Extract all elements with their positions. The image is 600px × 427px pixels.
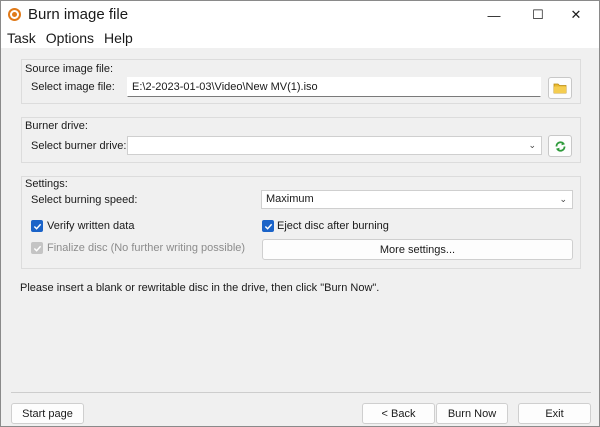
browse-button[interactable]: [548, 77, 572, 99]
eject-label[interactable]: Eject disc after burning: [277, 220, 389, 232]
burning-speed-label: Select burning speed:: [31, 194, 138, 206]
menu-task[interactable]: Task: [1, 29, 41, 48]
start-page-button[interactable]: Start page: [11, 403, 84, 424]
eject-checkbox[interactable]: [262, 220, 274, 232]
minimize-button[interactable]: —: [471, 1, 517, 29]
folder-icon: [553, 83, 567, 94]
window-title: Burn image file: [28, 6, 129, 23]
app-icon: [8, 8, 21, 21]
burner-group-label: Burner drive:: [25, 120, 88, 132]
footer-divider: [11, 392, 591, 393]
close-button[interactable]: ✕: [553, 1, 599, 29]
checkmark-icon: [33, 245, 41, 252]
image-path-field[interactable]: E:\2-2023-01-03\Video\New MV(1).iso: [127, 77, 541, 97]
status-message: Please insert a blank or rewritable disc…: [20, 282, 380, 294]
burn-image-window: Burn image file — ☐ ✕ Task Options Help …: [0, 0, 600, 427]
refresh-icon: [555, 140, 565, 152]
exit-button[interactable]: Exit: [518, 403, 591, 424]
select-burner-label: Select burner drive:: [31, 140, 127, 152]
finalize-label: Finalize disc (No further writing possib…: [47, 242, 246, 254]
menu-bar: Task Options Help: [1, 29, 599, 48]
checkmark-icon: [264, 223, 272, 230]
back-button[interactable]: < Back: [362, 403, 435, 424]
finalize-checkbox: [31, 242, 43, 254]
chevron-down-icon: ⌄: [528, 140, 536, 150]
refresh-button[interactable]: [548, 135, 572, 157]
checkmark-icon: [33, 223, 41, 230]
burning-speed-value: Maximum: [266, 193, 314, 205]
verify-checkbox[interactable]: [31, 220, 43, 232]
burn-now-button[interactable]: Burn Now: [436, 403, 508, 424]
chevron-down-icon: ⌄: [559, 194, 567, 204]
verify-label[interactable]: Verify written data: [47, 220, 134, 232]
select-image-label: Select image file:: [31, 81, 115, 93]
title-bar[interactable]: Burn image file — ☐ ✕: [1, 1, 599, 29]
menu-help[interactable]: Help: [99, 29, 138, 48]
more-settings-button[interactable]: More settings...: [262, 239, 573, 260]
settings-group-label: Settings:: [25, 178, 68, 190]
burner-drive-select[interactable]: ⌄: [127, 136, 542, 155]
source-group-label: Source image file:: [25, 63, 114, 75]
burning-speed-select[interactable]: Maximum ⌄: [261, 190, 573, 209]
menu-options[interactable]: Options: [41, 29, 99, 48]
